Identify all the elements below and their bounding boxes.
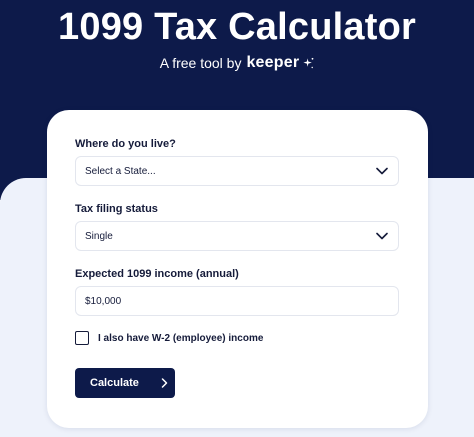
filing-status-value: Single: [85, 230, 113, 242]
chevron-down-icon: [376, 167, 388, 175]
calculate-button[interactable]: Calculate: [75, 368, 175, 398]
filing-status-label: Tax filing status: [75, 203, 158, 215]
income-input[interactable]: $10,000: [75, 286, 399, 316]
brand-logo-text[interactable]: keeper: [246, 54, 299, 72]
calculator-card: Where do you live? Select a State... Tax…: [47, 110, 428, 428]
state-select[interactable]: Select a State...: [75, 156, 399, 186]
subtitle-text: A free tool by: [159, 55, 242, 71]
subtitle: A free tool by keeper: [0, 54, 474, 72]
sparkle-icon: [303, 57, 314, 69]
chevron-down-icon: [376, 232, 388, 240]
w2-checkbox[interactable]: [75, 331, 89, 345]
w2-checkbox-row[interactable]: I also have W-2 (employee) income: [75, 331, 263, 345]
state-select-value: Select a State...: [85, 165, 156, 177]
page: 1099 Tax Calculator A free tool by keepe…: [0, 0, 474, 437]
filing-status-select[interactable]: Single: [75, 221, 399, 251]
income-input-value: $10,000: [85, 295, 122, 307]
w2-checkbox-label[interactable]: I also have W-2 (employee) income: [98, 333, 263, 344]
income-label: Expected 1099 income (annual): [75, 268, 239, 280]
chevron-right-icon: [161, 378, 168, 388]
state-label: Where do you live?: [75, 138, 176, 150]
page-title: 1099 Tax Calculator: [58, 6, 416, 48]
calculate-button-label: Calculate: [90, 377, 139, 389]
